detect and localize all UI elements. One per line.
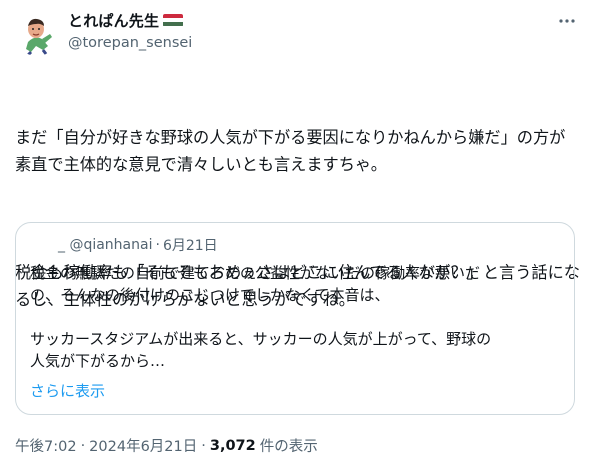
tweet-paragraph: まだ「自分が好きな野球の人気が下がる要因になりかねんから嫌だ」の方が素直で主体的… <box>15 128 566 174</box>
quoted-tweet-header: _ @qianhanai · 6月21日 <box>30 235 218 255</box>
meta-separator: · <box>201 437 206 454</box>
meta-separator: · <box>80 437 86 454</box>
flag-stripe-green <box>163 22 184 27</box>
more-horizontal-icon <box>559 19 575 23</box>
quoted-date: 6月21日 <box>162 238 218 254</box>
quoted-separator: · <box>155 237 160 253</box>
display-name[interactable]: とれぱん先生 <box>68 10 159 31</box>
views-count: 3,072 <box>209 437 256 454</box>
quoted-line: の、そんなの後付けのこじつけでしかなくて本音は、 <box>30 286 390 304</box>
show-more-link[interactable]: さらに表示 <box>30 380 105 401</box>
quoted-line: 人気が下がるから… <box>30 352 166 370</box>
hungary-flag-icon <box>163 13 184 27</box>
tweet-meta: 午後7:02 · 2024年6月21日 · 3,072 件の表示 <box>15 435 318 456</box>
quoted-line-blank <box>30 306 560 328</box>
quoted-handle: _ @qianhanai <box>58 237 153 253</box>
user-handle[interactable]: @torepan_sensei <box>68 35 192 51</box>
quoted-avatar <box>30 235 50 255</box>
avatar[interactable] <box>15 12 59 56</box>
avatar-illustration-icon <box>15 12 59 56</box>
tweet-date[interactable]: 2024年6月21日 <box>89 435 197 456</box>
tweet-header: とれぱん先生 @torepan_sensei <box>15 10 580 58</box>
views-label: 件の表示 <box>259 439 318 455</box>
quoted-line: サッカースタジアムが出来ると、サッカーの人気が上がって、野球の <box>30 330 492 348</box>
more-button[interactable] <box>556 10 578 32</box>
quoted-text: 税金の無駄だの自前で建てろだの公益性がないだの稼働率が悪いだ の、そんなの後付け… <box>30 262 560 372</box>
quoted-line: 税金の無駄だの自前で建てろだの公益性がないだの稼働率が悪いだ <box>30 264 481 282</box>
quoted-tweet[interactable]: _ @qianhanai · 6月21日 税金の無駄だの自前で建てろだの公益性が… <box>15 222 575 415</box>
name-row: とれぱん先生 <box>68 10 184 31</box>
tweet-time[interactable]: 午後7:02 <box>15 435 77 456</box>
